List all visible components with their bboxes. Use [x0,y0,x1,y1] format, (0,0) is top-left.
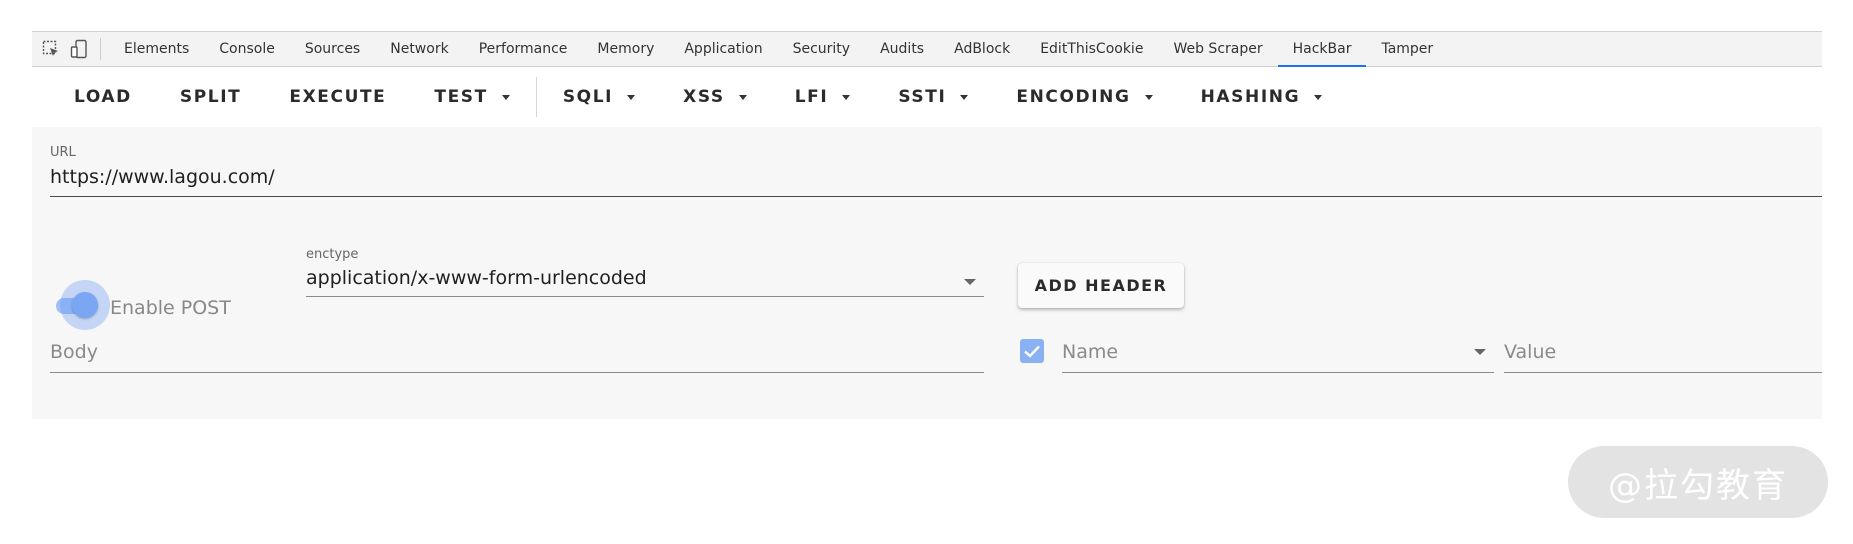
toolbar-divider [535,77,537,117]
split-button[interactable]: SPLIT [156,77,265,117]
hackbar-toolbar: LOAD SPLIT EXECUTE TEST SQLI XSS LFI SST… [32,67,1822,127]
toggle-knob [72,292,98,318]
test-menu-button[interactable]: TEST [410,77,533,117]
body-placeholder: Body [50,341,98,363]
lfi-menu-label: LFI [794,87,829,107]
hashing-menu-button[interactable]: HASHING [1177,77,1347,117]
caret-down-icon [627,95,636,100]
url-label: URL [50,145,76,160]
caret-down-icon [501,95,510,100]
dropdown-arrow-icon [964,279,976,285]
add-header-label: ADD HEADER [1034,276,1168,295]
xss-menu-label: XSS [683,87,725,107]
checkmark-icon [1024,345,1040,358]
caret-down-icon [738,95,747,100]
header-name-select[interactable]: Name [1062,337,1494,373]
ssti-menu-button[interactable]: SSTI [874,77,992,117]
tab-sources[interactable]: Sources [290,32,375,66]
tab-adblock[interactable]: AdBlock [939,32,1025,66]
execute-button-label: EXECUTE [289,87,387,107]
enable-post-toggle[interactable] [52,277,110,333]
encoding-menu-button[interactable]: ENCODING [992,77,1176,117]
test-menu-label: TEST [434,87,488,107]
tab-web-scraper[interactable]: Web Scraper [1158,32,1277,66]
ssti-menu-label: SSTI [898,87,947,107]
sqli-menu-button[interactable]: SQLI [539,77,659,117]
enctype-value: application/x-www-form-urlencoded [306,267,647,289]
xss-menu-button[interactable]: XSS [659,77,771,117]
lfi-menu-button[interactable]: LFI [771,77,875,117]
enable-post-label: Enable POST [110,297,231,319]
tab-memory[interactable]: Memory [582,32,669,66]
sqli-menu-label: SQLI [562,87,614,107]
encoding-menu-label: ENCODING [1016,87,1131,107]
devtools-tabbar: Elements Console Sources Network Perform… [32,31,1822,67]
tab-tamper[interactable]: Tamper [1366,32,1448,66]
tab-console[interactable]: Console [204,32,290,66]
dropdown-arrow-icon [1474,349,1486,355]
caret-down-icon [1314,95,1323,100]
tab-security[interactable]: Security [778,32,866,66]
devtools-panel: Elements Console Sources Network Perform… [32,31,1822,421]
caret-down-icon [1144,95,1153,100]
watermark-text: @拉勾教育 [1608,465,1788,506]
tab-editthiscookie[interactable]: EditThisCookie [1025,32,1158,66]
header-value-placeholder: Value [1504,341,1557,363]
caret-down-icon [960,95,969,100]
body-input[interactable]: Body [50,337,984,373]
header-name-placeholder: Name [1062,341,1119,363]
enctype-label: enctype [306,247,359,262]
tab-performance[interactable]: Performance [464,32,583,66]
caret-down-icon [842,95,851,100]
devtools-tool-icons [32,38,101,60]
tab-hackbar[interactable]: HackBar [1277,32,1367,67]
enctype-select[interactable]: enctype application/x-www-form-urlencode… [306,247,984,297]
load-button[interactable]: LOAD [50,77,156,117]
load-button-label: LOAD [74,87,132,107]
tab-application[interactable]: Application [669,32,777,66]
execute-button[interactable]: EXECUTE [265,77,410,117]
watermark-logo: @拉勾教育 [1568,446,1828,518]
devtools-tabs: Elements Console Sources Network Perform… [101,32,1448,67]
header-enabled-checkbox[interactable] [1020,339,1044,363]
inspect-element-icon[interactable] [42,40,60,58]
tab-elements[interactable]: Elements [109,32,204,66]
split-button-label: SPLIT [179,87,242,107]
device-toolbar-icon[interactable] [70,39,88,59]
header-value-input[interactable]: Value [1504,337,1822,373]
add-header-button[interactable]: ADD HEADER [1018,263,1184,308]
tab-network[interactable]: Network [375,32,463,66]
hashing-menu-label: HASHING [1200,87,1301,107]
url-input[interactable]: https://www.lagou.com/ [50,166,1822,188]
hackbar-form: URL https://www.lagou.com/ Enable POST e… [32,127,1822,419]
tab-audits[interactable]: Audits [865,32,939,66]
url-field[interactable]: URL https://www.lagou.com/ [50,145,1822,197]
